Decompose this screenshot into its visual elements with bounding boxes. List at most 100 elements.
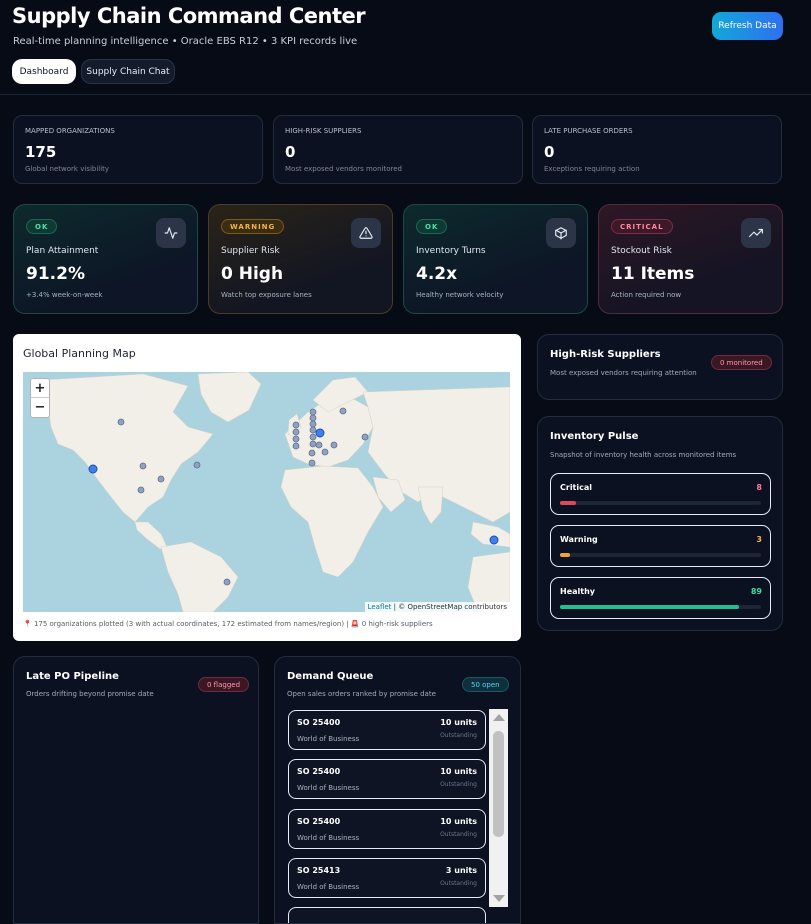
refresh-data-button[interactable]: Refresh Data	[712, 12, 783, 40]
zoom-in-button[interactable]: +	[31, 379, 49, 398]
pulse-count: 89	[750, 587, 762, 596]
kpi-card-supplier-risk: WARNING Supplier Risk 0 High Watch top e…	[208, 204, 393, 314]
map-tiles	[42, 372, 510, 612]
map-footer: 📍 175 organizations plotted (3 with actu…	[23, 620, 433, 628]
panel-title: Demand Queue	[287, 671, 374, 682]
order-customer: World of Business	[297, 784, 360, 792]
stat-card-high-risk-suppliers: HIGH-RISK SUPPLIERS 0 Most exposed vendo…	[273, 115, 523, 184]
kpi-note: +3.4% week-on-week	[26, 291, 103, 299]
osm-attribution: | © OpenStreetMap contributors	[391, 603, 507, 611]
open-orders-badge: 50 open	[462, 677, 509, 692]
pulse-track	[560, 501, 761, 505]
order-id: SO 25413	[297, 866, 341, 875]
status-badge: OK	[26, 219, 58, 234]
kpi-label: Stockout Risk	[611, 246, 672, 256]
panel-subtitle: Open sales orders ranked by promise date	[287, 690, 436, 698]
kpi-label: Plan Attainment	[26, 246, 99, 256]
kpi-value: 0 High	[221, 264, 284, 284]
panel-subtitle: Snapshot of inventory health across moni…	[550, 451, 737, 459]
order-card-partial[interactable]	[288, 907, 486, 923]
status-badge: WARNING	[221, 219, 285, 234]
leaflet-link[interactable]: Leaflet	[368, 603, 392, 611]
activity-icon	[156, 218, 186, 248]
pulse-count: 8	[756, 483, 762, 492]
pulse-label: Critical	[560, 483, 593, 492]
order-card[interactable]: SO 25413 World of Business 3 units Outst…	[288, 858, 486, 898]
tab-dashboard[interactable]: Dashboard	[12, 59, 76, 84]
global-planning-map-card: Global Planning Map + − Leaflet | © Open…	[13, 334, 521, 641]
zoom-controls: + −	[30, 378, 50, 418]
status-badge: OK	[416, 219, 448, 234]
kpi-label: Inventory Turns	[416, 246, 486, 256]
panel-title: Inventory Pulse	[550, 431, 639, 442]
kpi-card-plan-attainment: OK Plan Attainment 91.2% +3.4% week-on-w…	[13, 204, 198, 314]
pulse-track	[560, 553, 761, 557]
kpi-card-stockout-risk: CRITICAL Stockout Risk 11 Items Action r…	[598, 204, 783, 314]
pulse-row-critical: Critical 8	[550, 473, 771, 515]
stat-label: MAPPED ORGANIZATIONS	[25, 127, 115, 135]
demand-queue-scrollbar[interactable]	[489, 709, 508, 907]
stat-note: Exceptions requiring action	[544, 165, 640, 173]
pulse-row-warning: Warning 3	[550, 525, 771, 567]
kpi-value: 4.2x	[416, 264, 458, 284]
scroll-up-arrow-icon[interactable]	[493, 714, 505, 721]
flagged-badge: 0 flagged	[198, 677, 250, 692]
order-id: SO 25400	[297, 817, 341, 826]
stat-card-mapped-organizations: MAPPED ORGANIZATIONS 175 Global network …	[13, 115, 263, 184]
stat-value: 175	[25, 143, 57, 161]
demand-queue-panel: Demand Queue Open sales orders ranked by…	[274, 656, 521, 924]
app-title: Supply Chain Command Center	[12, 4, 366, 28]
trending-up-icon	[741, 218, 771, 248]
kpi-note: Healthy network velocity	[416, 291, 504, 299]
order-id: SO 25400	[297, 767, 341, 776]
order-units: 10 units	[440, 817, 477, 826]
order-card[interactable]: SO 25400 World of Business 10 units Outs…	[288, 759, 486, 799]
stat-label: LATE PURCHASE ORDERS	[544, 127, 633, 135]
pulse-count: 3	[756, 535, 762, 544]
zoom-out-button[interactable]: −	[31, 398, 49, 417]
order-customer: World of Business	[297, 883, 360, 891]
tab-supply-chain-chat[interactable]: Supply Chain Chat	[81, 59, 175, 84]
stat-note: Global network visibility	[25, 165, 110, 173]
panel-subtitle: Most exposed vendors requiring attention	[550, 369, 697, 377]
pulse-fill	[560, 605, 739, 609]
pulse-track	[560, 605, 761, 609]
kpi-value: 91.2%	[26, 264, 85, 284]
order-status: Outstanding	[440, 831, 477, 838]
world-map[interactable]: + − Leaflet | © OpenStreetMap contributo…	[23, 372, 510, 612]
stat-label: HIGH-RISK SUPPLIERS	[285, 127, 362, 135]
map-title: Global Planning Map	[23, 347, 136, 360]
order-card[interactable]: SO 25400 World of Business 10 units Outs…	[288, 710, 486, 750]
order-card[interactable]: SO 25400 World of Business 10 units Outs…	[288, 809, 486, 849]
order-units: 3 units	[445, 866, 477, 875]
order-id: SO 25400	[297, 718, 341, 727]
pulse-label: Warning	[560, 535, 598, 544]
kpi-note: Watch top exposure lanes	[221, 291, 312, 299]
stat-value: 0	[285, 143, 296, 161]
panel-subtitle: Orders drifting beyond promise date	[26, 690, 154, 698]
alert-triangle-icon	[351, 218, 381, 248]
scroll-down-arrow-icon[interactable]	[493, 895, 505, 902]
app-subtitle: Real-time planning intelligence • Oracle…	[13, 36, 358, 47]
order-customer: World of Business	[297, 735, 360, 743]
kpi-label: Supplier Risk	[221, 246, 280, 256]
pulse-row-healthy: Healthy 89	[550, 577, 771, 619]
pulse-fill	[560, 501, 577, 505]
pulse-fill	[560, 553, 571, 557]
late-po-pipeline-panel: Late PO Pipeline Orders drifting beyond …	[13, 656, 259, 924]
high-risk-suppliers-panel: High-Risk Suppliers Most exposed vendors…	[537, 334, 783, 400]
kpi-value: 11 Items	[611, 264, 695, 284]
monitored-badge: 0 monitored	[711, 355, 772, 370]
stat-note: Most exposed vendors monitored	[285, 165, 402, 173]
stat-card-late-purchase-orders: LATE PURCHASE ORDERS 0 Exceptions requir…	[532, 115, 782, 184]
map-attribution: Leaflet | © OpenStreetMap contributors	[364, 602, 510, 612]
kpi-note: Action required now	[611, 291, 682, 299]
pulse-label: Healthy	[560, 587, 595, 596]
panel-title: High-Risk Suppliers	[550, 349, 661, 360]
order-status: Outstanding	[440, 732, 477, 739]
panel-title: Late PO Pipeline	[26, 671, 119, 682]
scroll-thumb[interactable]	[493, 731, 504, 837]
order-status: Outstanding	[440, 781, 477, 788]
inventory-pulse-panel: Inventory Pulse Snapshot of inventory he…	[537, 416, 783, 631]
kpi-card-inventory-turns: OK Inventory Turns 4.2x Healthy network …	[403, 204, 588, 314]
